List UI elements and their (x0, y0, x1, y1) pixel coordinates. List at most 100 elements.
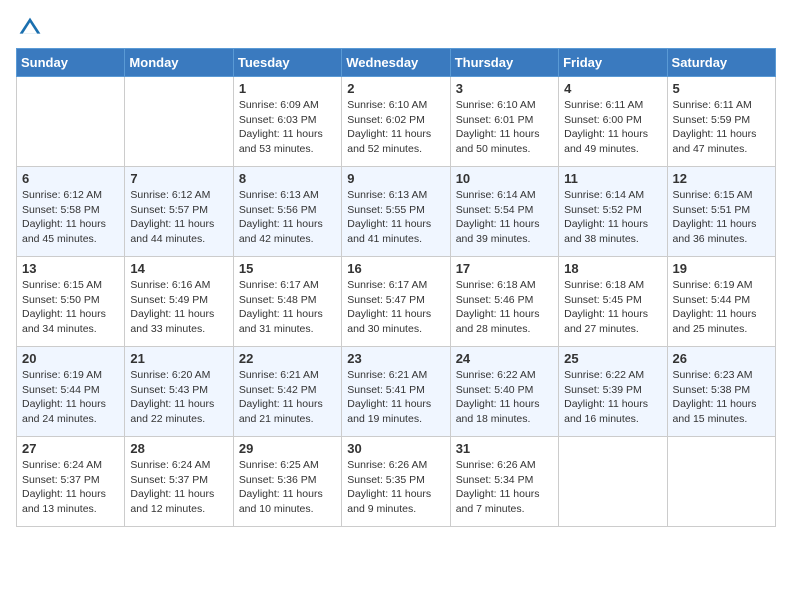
header-sunday: Sunday (17, 49, 125, 77)
calendar-cell: 23 Sunrise: 6:21 AMSunset: 5:41 PMDayligh… (342, 347, 450, 437)
page-header (16, 16, 776, 40)
day-number: 26 (673, 351, 770, 366)
calendar-cell (559, 437, 667, 527)
calendar-cell (125, 77, 233, 167)
calendar-cell: 27Sunrise: 6:24 AMSunset: 5:37 PMDayligh… (17, 437, 125, 527)
day-number: 17 (456, 261, 553, 276)
day-number: 3 (456, 81, 553, 96)
day-detail: Sunrise: 6:26 AMSunset: 5:34 PMDaylight:… (456, 458, 553, 517)
day-detail: Sunrise: 6:23 AMSunset: 5:38 PMDaylight:… (673, 368, 770, 427)
calendar-cell: 17 Sunrise: 6:18 AMSunset: 5:46 PMDayligh… (450, 257, 558, 347)
day-number: 5 (673, 81, 770, 96)
calendar-cell (17, 77, 125, 167)
day-number: 14 (130, 261, 227, 276)
calendar-cell: 1 Sunrise: 6:09 AMSunset: 6:03 PMDaylight… (233, 77, 341, 167)
day-detail: Sunrise: 6:26 AMSunset: 5:35 PMDaylight:… (347, 458, 444, 517)
calendar-cell: 8 Sunrise: 6:13 AMSunset: 5:56 PMDaylight… (233, 167, 341, 257)
day-detail: Sunrise: 6:09 AMSunset: 6:03 PMDaylight:… (239, 98, 336, 157)
calendar-cell: 19Sunrise: 6:19 AMSunset: 5:44 PMDayligh… (667, 257, 775, 347)
day-detail: Sunrise: 6:21 AMSunset: 5:41 PMDaylight:… (347, 368, 444, 427)
day-number: 8 (239, 171, 336, 186)
day-number: 31 (456, 441, 553, 456)
day-detail: Sunrise: 6:24 AMSunset: 5:37 PMDaylight:… (130, 458, 227, 517)
calendar-cell: 20 Sunrise: 6:19 AMSunset: 5:44 PMDayligh… (17, 347, 125, 437)
day-number: 9 (347, 171, 444, 186)
day-number: 23 (347, 351, 444, 366)
day-number: 18 (564, 261, 661, 276)
day-detail: Sunrise: 6:10 AMSunset: 6:02 PMDaylight:… (347, 98, 444, 157)
day-number: 13 (22, 261, 119, 276)
day-number: 1 (239, 81, 336, 96)
day-detail: Sunrise: 6:16 AMSunset: 5:49 PMDaylight:… (130, 278, 227, 337)
calendar-cell: 18 Sunrise: 6:18 AMSunset: 5:45 PMDayligh… (559, 257, 667, 347)
logo (16, 16, 42, 40)
header-friday: Friday (559, 49, 667, 77)
calendar-cell: 13 Sunrise: 6:15 AMSunset: 5:50 PMDayligh… (17, 257, 125, 347)
day-detail: Sunrise: 6:15 AMSunset: 5:50 PMDaylight:… (22, 278, 119, 337)
calendar-week-row: 6 Sunrise: 6:12 AMSunset: 5:58 PMDaylight… (17, 167, 776, 257)
calendar-cell: 10 Sunrise: 6:14 AMSunset: 5:54 PMDayligh… (450, 167, 558, 257)
day-number: 24 (456, 351, 553, 366)
day-number: 10 (456, 171, 553, 186)
calendar-cell: 29Sunrise: 6:25 AMSunset: 5:36 PMDayligh… (233, 437, 341, 527)
calendar-cell: 28 Sunrise: 6:24 AMSunset: 5:37 PMDayligh… (125, 437, 233, 527)
day-detail: Sunrise: 6:14 AMSunset: 5:54 PMDaylight:… (456, 188, 553, 247)
day-detail: Sunrise: 6:11 AMSunset: 6:00 PMDaylight:… (564, 98, 661, 157)
day-number: 16 (347, 261, 444, 276)
calendar-cell: 25 Sunrise: 6:22 AMSunset: 5:39 PMDayligh… (559, 347, 667, 437)
calendar-cell: 15 Sunrise: 6:17 AMSunset: 5:48 PMDayligh… (233, 257, 341, 347)
calendar-cell: 9 Sunrise: 6:13 AMSunset: 5:55 PMDaylight… (342, 167, 450, 257)
calendar-cell: 12 Sunrise: 6:15 AMSunset: 5:51 PMDayligh… (667, 167, 775, 257)
calendar-cell: 30 Sunrise: 6:26 AMSunset: 5:35 PMDayligh… (342, 437, 450, 527)
calendar-week-row: 1 Sunrise: 6:09 AMSunset: 6:03 PMDaylight… (17, 77, 776, 167)
calendar-week-row: 13 Sunrise: 6:15 AMSunset: 5:50 PMDayligh… (17, 257, 776, 347)
day-detail: Sunrise: 6:17 AMSunset: 5:47 PMDaylight:… (347, 278, 444, 337)
day-detail: Sunrise: 6:11 AMSunset: 5:59 PMDaylight:… (673, 98, 770, 157)
calendar-cell: 4 Sunrise: 6:11 AMSunset: 6:00 PMDaylight… (559, 77, 667, 167)
header-monday: Monday (125, 49, 233, 77)
calendar-cell: 31 Sunrise: 6:26 AMSunset: 5:34 PMDayligh… (450, 437, 558, 527)
day-number: 4 (564, 81, 661, 96)
day-number: 19 (673, 261, 770, 276)
calendar-week-row: 20 Sunrise: 6:19 AMSunset: 5:44 PMDayligh… (17, 347, 776, 437)
day-detail: Sunrise: 6:17 AMSunset: 5:48 PMDaylight:… (239, 278, 336, 337)
header-saturday: Saturday (667, 49, 775, 77)
day-number: 6 (22, 171, 119, 186)
day-detail: Sunrise: 6:15 AMSunset: 5:51 PMDaylight:… (673, 188, 770, 247)
calendar-cell: 16 Sunrise: 6:17 AMSunset: 5:47 PMDayligh… (342, 257, 450, 347)
day-number: 20 (22, 351, 119, 366)
day-number: 25 (564, 351, 661, 366)
day-detail: Sunrise: 6:21 AMSunset: 5:42 PMDaylight:… (239, 368, 336, 427)
calendar-header-row: SundayMondayTuesdayWednesdayThursdayFrid… (17, 49, 776, 77)
day-detail: Sunrise: 6:10 AMSunset: 6:01 PMDaylight:… (456, 98, 553, 157)
calendar-cell: 7Sunrise: 6:12 AMSunset: 5:57 PMDaylight… (125, 167, 233, 257)
calendar-cell: 21Sunrise: 6:20 AMSunset: 5:43 PMDayligh… (125, 347, 233, 437)
day-number: 22 (239, 351, 336, 366)
day-number: 11 (564, 171, 661, 186)
header-wednesday: Wednesday (342, 49, 450, 77)
day-detail: Sunrise: 6:19 AMSunset: 5:44 PMDaylight:… (22, 368, 119, 427)
calendar-cell: 11 Sunrise: 6:14 AMSunset: 5:52 PMDayligh… (559, 167, 667, 257)
calendar-week-row: 27Sunrise: 6:24 AMSunset: 5:37 PMDayligh… (17, 437, 776, 527)
calendar-cell: 2 Sunrise: 6:10 AMSunset: 6:02 PMDaylight… (342, 77, 450, 167)
calendar-cell (667, 437, 775, 527)
day-number: 12 (673, 171, 770, 186)
day-detail: Sunrise: 6:12 AMSunset: 5:58 PMDaylight:… (22, 188, 119, 247)
calendar: SundayMondayTuesdayWednesdayThursdayFrid… (16, 48, 776, 527)
header-tuesday: Tuesday (233, 49, 341, 77)
calendar-cell: 24Sunrise: 6:22 AMSunset: 5:40 PMDayligh… (450, 347, 558, 437)
logo-icon (18, 16, 42, 40)
day-detail: Sunrise: 6:13 AMSunset: 5:56 PMDaylight:… (239, 188, 336, 247)
day-number: 15 (239, 261, 336, 276)
day-number: 2 (347, 81, 444, 96)
day-number: 28 (130, 441, 227, 456)
day-detail: Sunrise: 6:18 AMSunset: 5:45 PMDaylight:… (564, 278, 661, 337)
day-detail: Sunrise: 6:13 AMSunset: 5:55 PMDaylight:… (347, 188, 444, 247)
calendar-cell: 3 Sunrise: 6:10 AMSunset: 6:01 PMDaylight… (450, 77, 558, 167)
day-number: 30 (347, 441, 444, 456)
day-detail: Sunrise: 6:22 AMSunset: 5:39 PMDaylight:… (564, 368, 661, 427)
day-detail: Sunrise: 6:20 AMSunset: 5:43 PMDaylight:… (130, 368, 227, 427)
day-detail: Sunrise: 6:14 AMSunset: 5:52 PMDaylight:… (564, 188, 661, 247)
day-detail: Sunrise: 6:18 AMSunset: 5:46 PMDaylight:… (456, 278, 553, 337)
calendar-cell: 5 Sunrise: 6:11 AMSunset: 5:59 PMDaylight… (667, 77, 775, 167)
